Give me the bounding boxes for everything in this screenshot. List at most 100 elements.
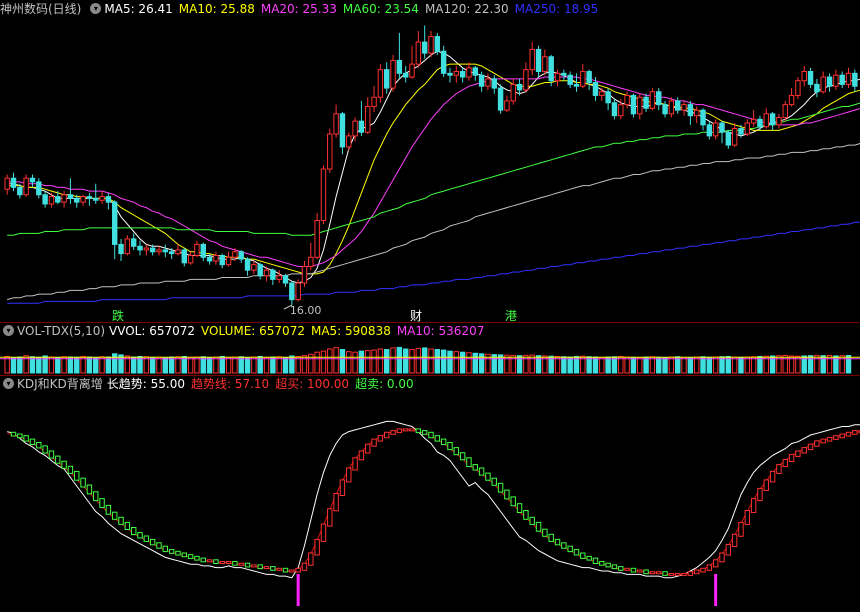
kdj-step-mark — [491, 477, 497, 486]
volume-bar — [421, 347, 428, 374]
kdj-step-mark — [263, 566, 270, 570]
kdj-step-mark — [377, 435, 384, 442]
ma-line-ma60 — [7, 102, 860, 236]
kdj-step-mark — [352, 457, 358, 471]
volume-bar — [523, 354, 529, 374]
kdj-step-mark — [314, 538, 320, 556]
candle-body — [548, 56, 554, 82]
volume-bar — [453, 351, 460, 374]
kdj-step-mark — [428, 431, 434, 439]
volume-bar — [282, 357, 289, 374]
volume-bar — [434, 349, 441, 374]
candle-body — [74, 197, 80, 203]
event-marker-1[interactable]: 财 — [410, 307, 422, 324]
candle-body — [61, 194, 67, 203]
kdj-step-mark — [156, 542, 162, 549]
volume-bar — [738, 356, 744, 374]
kdj-step-mark — [55, 455, 61, 464]
kdj-step-mark — [409, 428, 415, 432]
kdj-step-mark — [643, 569, 649, 575]
kdj-step-mark — [453, 447, 460, 456]
event-marker-2[interactable]: 港 — [505, 307, 517, 324]
candle-body — [523, 69, 529, 91]
kdj-step-mark — [662, 571, 668, 576]
volume-bar — [365, 350, 371, 374]
candle-body — [187, 254, 194, 264]
volume-bar — [111, 353, 118, 374]
candle-body — [295, 282, 301, 301]
candle-body — [276, 275, 282, 280]
candle-body — [327, 133, 333, 170]
candle-body — [36, 181, 42, 196]
kdj-long-trend-line — [7, 420, 860, 579]
volume-bar — [320, 350, 327, 374]
candle-body — [55, 196, 61, 203]
kdj-step-mark — [656, 571, 662, 575]
candle-body — [491, 78, 497, 89]
kdj-step-mark — [396, 428, 403, 434]
volume-bar — [168, 356, 175, 374]
volume-bar — [662, 357, 668, 374]
candle-body — [213, 254, 219, 262]
volume-bar — [402, 348, 409, 374]
ma-legend-item-4: MA120: 22.30 — [424, 2, 509, 16]
kdj-step-mark — [763, 479, 769, 491]
kdj-step-mark — [29, 438, 36, 446]
kdj-step-mark — [839, 433, 845, 439]
candle-body — [194, 243, 200, 256]
candle-body — [681, 104, 687, 111]
volume-bar — [17, 356, 23, 374]
candle-body — [453, 71, 460, 76]
volume-bar — [327, 348, 333, 374]
kdj-step-mark — [542, 528, 548, 537]
kdj-step-mark — [516, 503, 523, 514]
kdj-step-mark — [219, 561, 225, 564]
candle-body — [4, 177, 10, 190]
candle-body — [561, 72, 567, 76]
chevron-down-icon[interactable]: ▾ — [90, 3, 102, 14]
volume-bar — [396, 346, 403, 374]
kdj-step-mark — [365, 443, 371, 454]
kdj-step-mark — [42, 445, 48, 454]
candle-body — [308, 256, 314, 267]
candle-body — [358, 120, 365, 133]
volume-bar — [384, 349, 390, 374]
kdj-step-mark — [788, 453, 795, 462]
kdj-step-mark — [143, 535, 150, 542]
candle-body — [181, 249, 188, 264]
chevron-down-icon[interactable]: ▾ — [3, 378, 14, 389]
event-marker-0[interactable]: 跌 — [112, 307, 124, 324]
volume-bar — [472, 352, 478, 374]
kdj-step-mark — [270, 566, 276, 571]
volume-indicator-name: VOL-TDX(5,10) — [17, 324, 106, 338]
kdj-legend-item-0: 长趋势: 55.00 — [106, 377, 185, 391]
chevron-down-icon[interactable]: ▾ — [3, 325, 14, 336]
candle-body — [93, 197, 99, 201]
candle-body — [605, 91, 611, 104]
kdj-step-mark — [592, 557, 599, 564]
main-chart-header: 神州数码(日线) ▾ MA5: 26.41 MA10: 25.88 MA20: 25.3… — [0, 1, 860, 18]
volume-bar — [466, 352, 472, 374]
candle-body — [301, 265, 308, 284]
ma-line-ma250 — [7, 221, 860, 304]
candle-body — [466, 67, 472, 78]
volume-bar — [270, 356, 276, 374]
stock-chart[interactable]: 16.00 — [0, 0, 860, 612]
kdj-step-mark — [251, 564, 257, 568]
candle-body — [687, 104, 694, 117]
vol-legend-item-2: MA5: 590838 — [310, 324, 391, 338]
volume-bar — [244, 357, 251, 374]
volume-bar — [86, 356, 93, 374]
kdj-legend-item-1: 趋势线: 57.10 — [190, 377, 270, 391]
volume-bar — [314, 351, 320, 374]
kdj-step-mark — [731, 533, 738, 547]
candle-body — [478, 74, 485, 87]
kdj-step-mark — [466, 457, 472, 468]
volume-bar — [390, 347, 396, 374]
volume-bar — [693, 356, 700, 374]
volume-bar — [213, 356, 219, 374]
candle-body — [67, 194, 74, 199]
candle-body — [630, 94, 637, 115]
candle-body — [516, 83, 523, 91]
kdj-step-mark — [86, 484, 93, 495]
